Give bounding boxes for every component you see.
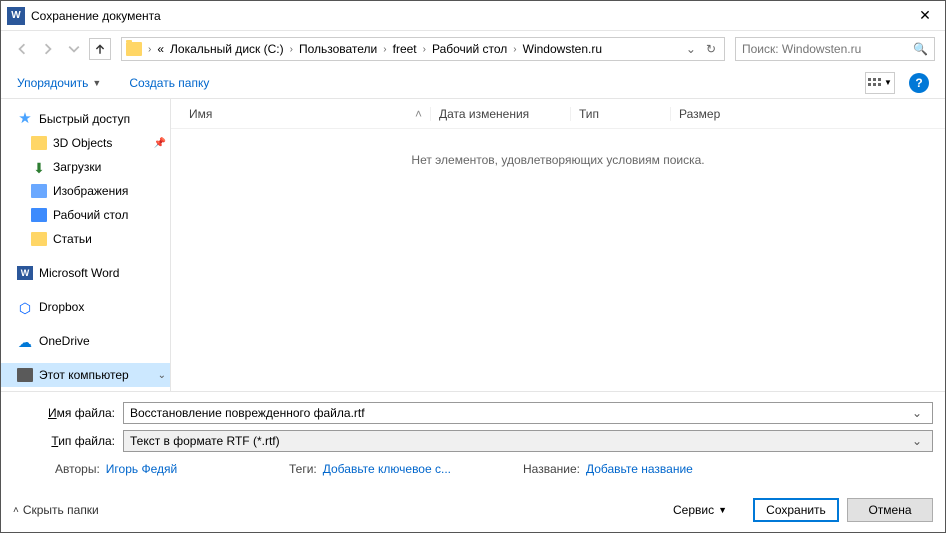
- new-folder-button[interactable]: Создать папку: [129, 76, 209, 90]
- sidebar-item-dropbox[interactable]: ⬡ Dropbox: [1, 295, 170, 319]
- folder-icon: [31, 232, 47, 246]
- save-button[interactable]: Сохранить: [753, 498, 839, 522]
- column-name[interactable]: Имя˄: [181, 107, 431, 121]
- sidebar-item-label: 3D Objects: [53, 136, 112, 150]
- empty-message: Нет элементов, удовлетворяющих условиям …: [171, 129, 945, 391]
- dropbox-icon: ⬡: [17, 300, 33, 314]
- chevron-right-icon: ›: [511, 44, 518, 55]
- sidebar-item-label: Microsoft Word: [39, 266, 119, 280]
- sidebar-item-label: Быстрый доступ: [39, 112, 130, 126]
- hide-folders-toggle[interactable]: ˄ Скрыть папки: [13, 503, 99, 517]
- sidebar-item-this-pc[interactable]: Этот компьютер ⌄: [1, 363, 170, 387]
- file-type-select[interactable]: Текст в формате RTF (*.rtf) ⌄: [123, 430, 933, 452]
- help-button[interactable]: ?: [909, 73, 929, 93]
- sidebar-item-onedrive[interactable]: ☁ OneDrive: [1, 329, 170, 353]
- tags-value[interactable]: Добавьте ключевое с...: [323, 462, 451, 476]
- breadcrumb[interactable]: › « Локальный диск (C:) › Пользователи ›…: [121, 37, 725, 61]
- chevron-down-icon[interactable]: ⌄: [908, 406, 926, 420]
- nav-up-button[interactable]: [89, 38, 111, 60]
- breadcrumb-item[interactable]: Windowsten.ru: [521, 42, 604, 56]
- breadcrumb-item[interactable]: freet: [391, 42, 419, 56]
- nav-forward-button[interactable]: [37, 38, 59, 60]
- column-size[interactable]: Размер: [671, 107, 935, 121]
- file-name-value: Восстановление поврежденного файла.rtf: [130, 406, 908, 420]
- file-name-input[interactable]: Восстановление поврежденного файла.rtf ⌄: [123, 402, 933, 424]
- sidebar-item-downloads[interactable]: ⬇ Загрузки: [1, 155, 170, 179]
- view-options-button[interactable]: ▼: [865, 72, 895, 94]
- tags-label: Теги:: [289, 462, 317, 476]
- close-button[interactable]: ✕: [905, 1, 945, 31]
- sidebar-item-desktop[interactable]: Рабочий стол: [1, 203, 170, 227]
- file-name-label: Имя файла:: [13, 406, 123, 420]
- folder-icon: [31, 136, 47, 150]
- sort-indicator: ˄: [415, 107, 422, 121]
- desktop-icon: [31, 208, 47, 222]
- pin-icon: 📌: [154, 138, 166, 149]
- breadcrumb-dropdown[interactable]: ⌄: [682, 42, 700, 56]
- sidebar-item-label: Загрузки: [53, 160, 101, 174]
- chevron-right-icon: ›: [421, 44, 428, 55]
- cancel-button[interactable]: Отмена: [847, 498, 933, 522]
- breadcrumb-item[interactable]: Пользователи: [297, 42, 379, 56]
- sidebar-item-3d-objects[interactable]: 3D Objects 📌: [1, 131, 170, 155]
- breadcrumb-item[interactable]: Локальный диск (C:): [168, 42, 286, 56]
- sidebar-item-label: Изображения: [53, 184, 128, 198]
- sidebar-item-label: Dropbox: [39, 300, 84, 314]
- sidebar-item-label: Этот компьютер: [39, 368, 129, 382]
- authors-value[interactable]: Игорь Федяй: [106, 462, 177, 476]
- breadcrumb-refresh[interactable]: ↻: [702, 42, 720, 56]
- title-meta-value[interactable]: Добавьте название: [586, 462, 693, 476]
- sidebar-quick-access[interactable]: ★ Быстрый доступ: [1, 107, 170, 131]
- search-icon[interactable]: 🔍: [913, 42, 928, 56]
- organize-menu[interactable]: Упорядочить▼: [17, 76, 101, 90]
- file-type-value: Текст в формате RTF (*.rtf): [130, 434, 908, 448]
- authors-label: Авторы:: [55, 462, 100, 476]
- title-meta-label: Название:: [523, 462, 580, 476]
- nav-back-button[interactable]: [11, 38, 33, 60]
- chevron-right-icon: ›: [288, 44, 295, 55]
- column-date[interactable]: Дата изменения: [431, 107, 571, 121]
- chevron-down-icon: ⌄: [158, 370, 166, 381]
- chevron-right-icon: ›: [146, 44, 153, 55]
- chevron-right-icon: ›: [381, 44, 388, 55]
- cloud-icon: ☁: [17, 334, 33, 348]
- chevron-down-icon: ▼: [718, 505, 727, 515]
- sidebar-item-articles[interactable]: Статьи: [1, 227, 170, 251]
- pc-icon: [17, 368, 33, 382]
- chevron-up-icon: ˄: [13, 505, 19, 516]
- folder-icon: [126, 42, 142, 56]
- window-title: Сохранение документа: [31, 9, 905, 23]
- file-type-label: Тип файла:: [13, 434, 123, 448]
- search-input[interactable]: [742, 42, 913, 56]
- breadcrumb-item[interactable]: Рабочий стол: [430, 42, 509, 56]
- column-type[interactable]: Тип: [571, 107, 671, 121]
- sidebar-item-label: OneDrive: [39, 334, 90, 348]
- sidebar-item-label: Рабочий стол: [53, 208, 128, 222]
- sidebar-item-word[interactable]: W Microsoft Word: [1, 261, 170, 285]
- sidebar-item-label: Статьи: [53, 232, 92, 246]
- nav-recent-dropdown[interactable]: [63, 38, 85, 60]
- download-icon: ⬇: [31, 160, 47, 174]
- service-menu[interactable]: Сервис ▼: [673, 503, 727, 517]
- sidebar-item-pictures[interactable]: Изображения: [1, 179, 170, 203]
- word-icon: W: [17, 266, 33, 280]
- chevron-down-icon[interactable]: ⌄: [908, 434, 926, 448]
- breadcrumb-prefix[interactable]: «: [155, 42, 166, 56]
- word-app-icon: W: [7, 7, 25, 25]
- star-icon: ★: [17, 112, 33, 126]
- pictures-icon: [31, 184, 47, 198]
